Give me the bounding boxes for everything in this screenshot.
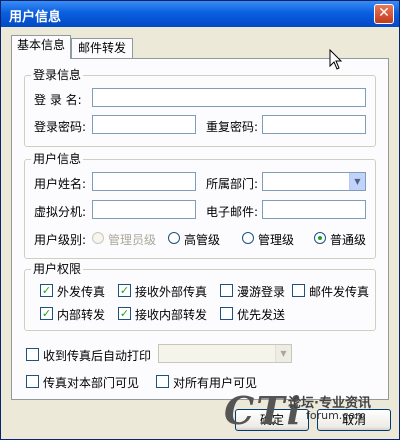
chevron-down-icon[interactable]: ▼ xyxy=(275,345,291,362)
password-label: 登录密码: xyxy=(34,120,87,134)
priority-send-label: 优先发送 xyxy=(237,308,286,322)
tab-basic-info[interactable]: 基本信息 xyxy=(11,35,71,59)
permissions-group-title: 用户权限 xyxy=(31,262,84,276)
auto-print-label: 收到传真后自动打印 xyxy=(43,349,152,363)
outgoing-fax-label: 外发传真 xyxy=(57,285,106,299)
repeat-password-input[interactable] xyxy=(262,115,366,134)
auto-print-checkbox[interactable] xyxy=(26,348,39,361)
level-executive-radio[interactable] xyxy=(168,232,180,244)
priority-send-checkbox[interactable] xyxy=(220,307,233,320)
outgoing-fax-checkbox[interactable]: ✓ xyxy=(40,284,53,297)
roaming-login-checkbox[interactable] xyxy=(220,284,233,297)
receive-internal-forward-checkbox[interactable]: ✓ xyxy=(118,307,131,320)
level-admin-radio[interactable] xyxy=(92,232,104,244)
close-icon: ✕ xyxy=(378,5,390,21)
tab-mail-forward-label: 邮件转发 xyxy=(77,41,126,55)
level-normal-label: 普通级 xyxy=(330,233,367,247)
extension-input[interactable] xyxy=(92,200,196,219)
user-name-input[interactable] xyxy=(92,172,196,191)
user-level-label: 用户级别: xyxy=(34,233,87,247)
email-label: 电子邮件: xyxy=(206,205,259,219)
radio-selected-dot xyxy=(318,236,322,240)
window-title: 用户信息 xyxy=(9,10,62,25)
receive-external-fax-checkbox[interactable]: ✓ xyxy=(118,284,131,297)
level-normal-radio[interactable] xyxy=(314,232,326,244)
password-input[interactable] xyxy=(92,115,196,134)
level-admin-label: 管理员级 xyxy=(108,233,157,247)
title-bar[interactable]: 用户信息 ✕ xyxy=(1,1,399,27)
department-label: 所属部门: xyxy=(206,177,259,191)
username-label: 登 录 名: xyxy=(34,93,82,107)
tab-mail-forward[interactable]: 邮件转发 xyxy=(71,38,133,58)
user-info-dialog: 用户信息 ✕ 基本信息 邮件转发 登录信息 登 录 名: 登录密码: 重复密码:… xyxy=(0,0,400,440)
mail-to-fax-checkbox[interactable] xyxy=(292,284,305,297)
mouse-cursor-icon xyxy=(329,49,343,70)
tab-basic-info-label: 基本信息 xyxy=(16,38,65,52)
login-info-group-title: 登录信息 xyxy=(31,68,84,82)
level-manager-radio[interactable] xyxy=(242,232,254,244)
user-name-label: 用户姓名: xyxy=(34,177,87,191)
printer-select[interactable]: ▼ xyxy=(158,344,292,363)
department-select[interactable]: ▼ xyxy=(262,172,366,191)
dept-visible-label: 传真对本部门可见 xyxy=(43,376,140,390)
login-info-group: 登录信息 xyxy=(24,68,376,147)
all-visible-checkbox[interactable] xyxy=(156,375,169,388)
basic-info-panel: 登录信息 登 录 名: 登录密码: 重复密码: 用户信息 用户姓名: 所属部门:… xyxy=(11,58,389,400)
roaming-login-label: 漫游登录 xyxy=(237,285,286,299)
repeat-password-label: 重复密码: xyxy=(206,120,259,134)
level-executive-label: 高管级 xyxy=(184,233,221,247)
chevron-down-icon[interactable]: ▼ xyxy=(349,173,365,190)
mail-to-fax-label: 邮件发传真 xyxy=(309,285,370,299)
watermark-url: forum.com xyxy=(306,409,366,422)
email-input[interactable] xyxy=(262,200,366,219)
internal-forward-label: 内部转发 xyxy=(57,308,106,322)
username-input[interactable] xyxy=(92,88,366,107)
close-button[interactable]: ✕ xyxy=(374,4,394,24)
receive-external-fax-label: 接收外部传真 xyxy=(135,285,208,299)
watermark-logo: CTi 论坛·专业资讯 forum.com xyxy=(218,388,398,438)
extension-label: 虚拟分机: xyxy=(34,205,87,219)
level-manager-label: 管理级 xyxy=(258,233,295,247)
dept-visible-checkbox[interactable] xyxy=(26,375,39,388)
user-info-group-title: 用户信息 xyxy=(31,152,84,166)
receive-internal-forward-label: 接收内部转发 xyxy=(135,308,208,322)
internal-forward-checkbox[interactable]: ✓ xyxy=(40,307,53,320)
